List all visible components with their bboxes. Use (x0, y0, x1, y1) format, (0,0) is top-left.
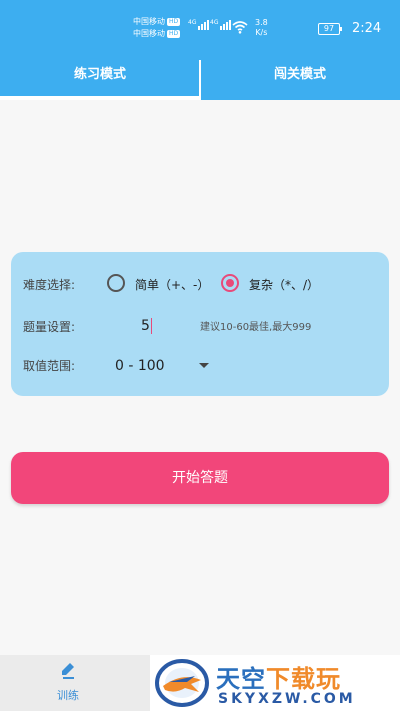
site-logo (155, 659, 209, 707)
watermark-url: SKYXZW.COM (218, 691, 356, 707)
carrier-2: 中国移动 (133, 29, 165, 38)
hd-badge-1: HD (167, 17, 181, 26)
count-label: 题量设置: (23, 320, 76, 334)
carrier-info: 中国移动 HD 中国移动 HD (133, 16, 181, 40)
difficulty-label: 难度选择: (23, 278, 76, 292)
speed-value: 3.8 (255, 18, 268, 27)
network-type-1: 4G (188, 19, 197, 26)
network-speed: 3.8 K/s (255, 18, 268, 38)
count-hint: 建议10-60最佳,最大999 (200, 322, 312, 333)
hd-badge-2: HD (167, 29, 181, 38)
tab-practice-mode[interactable]: 练习模式 (0, 60, 200, 100)
value-range-dropdown[interactable]: 0 - 100 (115, 355, 225, 377)
battery-level: 97 (323, 24, 335, 33)
bottom-nav: 训练 (0, 655, 150, 711)
radio-complex[interactable] (221, 274, 239, 292)
carrier-1: 中国移动 (133, 17, 165, 26)
range-label: 取值范围: (23, 359, 76, 373)
text-caret (150, 318, 152, 334)
radio-simple[interactable] (107, 274, 125, 292)
watermark-title-part1: 天空 (216, 665, 266, 693)
nav-item-training[interactable]: 训练 (40, 659, 96, 709)
site-watermark: 天空下载玩 SKYXZW.COM (150, 655, 400, 711)
pencil-icon (62, 663, 74, 679)
wifi-icon (232, 21, 248, 34)
watermark-title-part2: 下载玩 (266, 665, 341, 693)
range-value: 0 - 100 (115, 358, 165, 374)
network-type-2: 4G (210, 19, 219, 26)
settings-card: 难度选择: 简单（+、-） 复杂（*、/） 题量设置: 5 建议10-60最佳,… (11, 252, 389, 396)
dropdown-arrow-icon (199, 363, 209, 368)
tab-challenge-mode[interactable]: 闯关模式 (200, 60, 400, 100)
watermark-title: 天空下载玩 (216, 659, 341, 694)
signal-icon-1: 4G (188, 19, 210, 30)
signal-icon-2: 4G (210, 19, 232, 30)
clock: 2:24 (352, 21, 382, 36)
option-simple-label[interactable]: 简单（+、-） (135, 276, 209, 293)
mode-tabs: 练习模式 闯关模式 (0, 60, 400, 100)
tab-divider (199, 60, 201, 100)
battery-icon: 97 (318, 23, 342, 35)
nav-label-training: 训练 (57, 689, 79, 702)
status-bar: 中国移动 HD 中国移动 HD 4G 4G 3.8 K/s 97 2:24 (0, 0, 400, 60)
question-count-input[interactable]: 5 (141, 316, 201, 336)
start-quiz-button[interactable]: 开始答题 (11, 452, 389, 504)
speed-unit: K/s (255, 28, 268, 37)
option-complex-label[interactable]: 复杂（*、/） (249, 276, 319, 293)
question-count-value: 5 (141, 318, 150, 334)
